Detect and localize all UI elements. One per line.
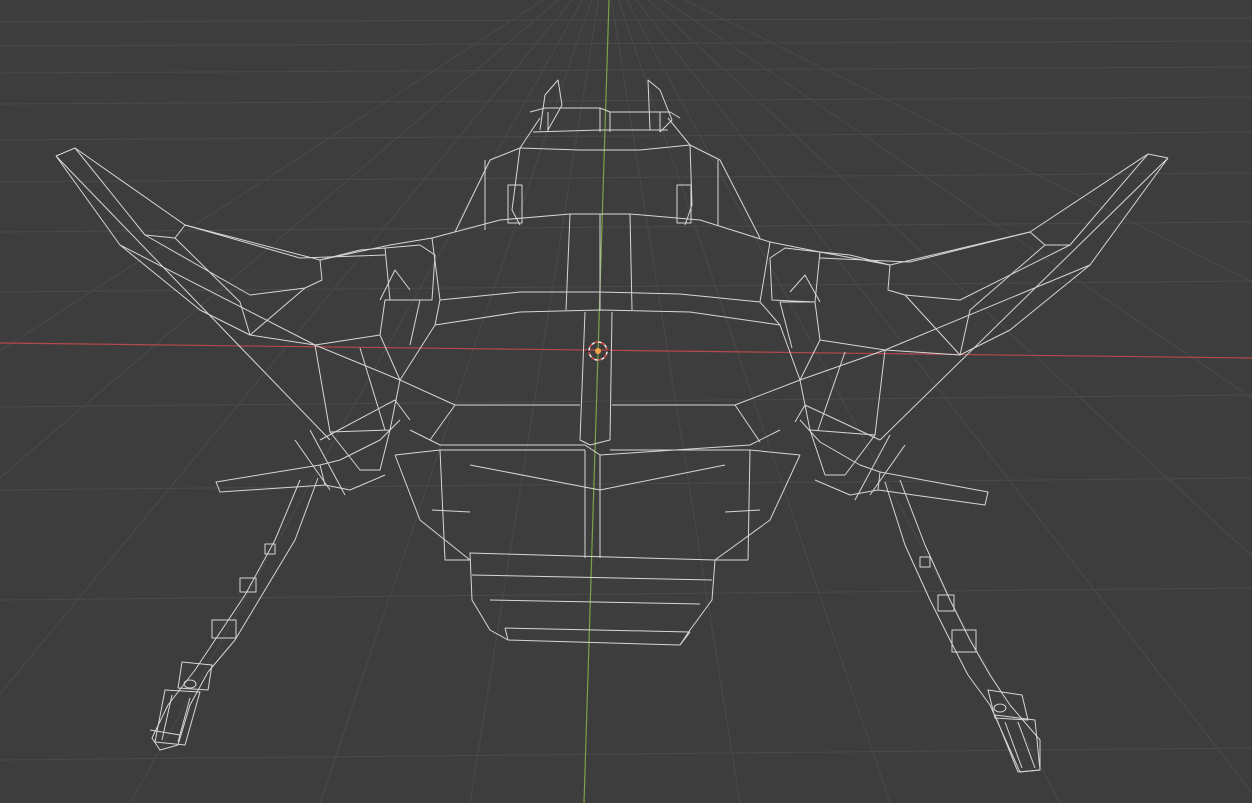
floor-grid	[0, 0, 1252, 803]
viewport-canvas[interactable]	[0, 0, 1252, 803]
3d-viewport[interactable]	[0, 0, 1252, 803]
x-axis-line	[0, 342, 1252, 359]
spaceship-wireframe[interactable]	[55, 79, 1169, 773]
